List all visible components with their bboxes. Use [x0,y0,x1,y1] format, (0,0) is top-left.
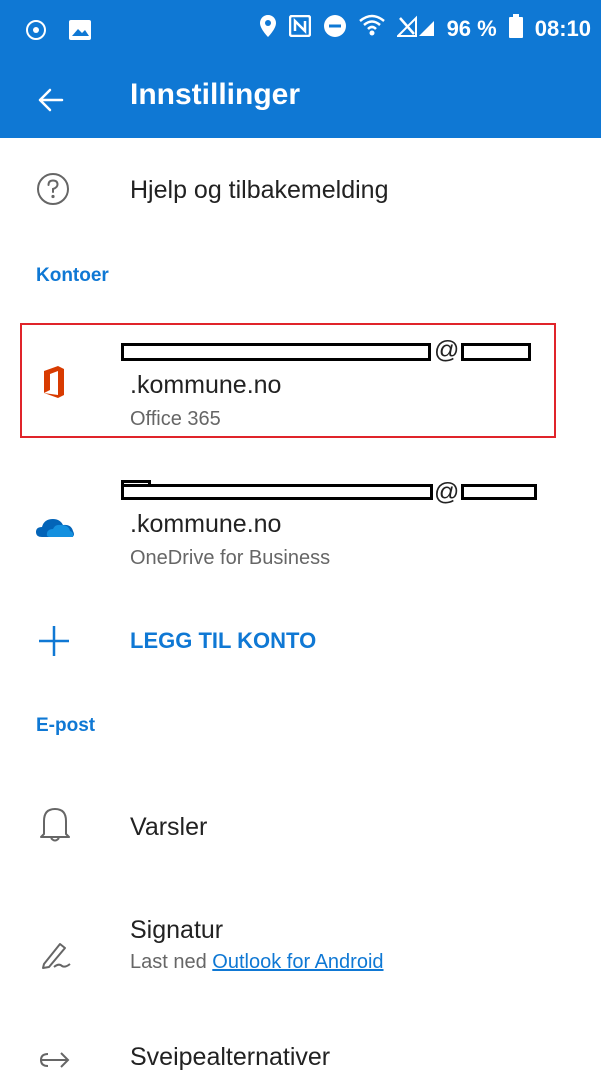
notifications-item[interactable]: Varsler [0,780,601,875]
signature-label: Signatur [130,916,224,944]
add-account-button[interactable]: LEGG TIL KONTO [0,605,601,675]
onedrive-icon [36,516,76,543]
battery-text: 96 % [446,16,497,41]
page-title: Innstillinger [130,78,301,111]
notifications-label: Varsler [130,813,208,841]
back-button[interactable] [30,78,74,122]
plus-icon [36,623,72,664]
account-domain: .kommune.no [130,510,282,538]
highlight-box [20,323,556,438]
signal-icon [395,15,435,43]
arrow-left-icon [30,88,74,126]
clock: 08:10 [534,16,591,41]
help-feedback-item[interactable]: Hjelp og tilbakemelding [0,148,601,238]
help-feedback-label: Hjelp og tilbakemelding [130,176,389,204]
dnd-icon [323,14,347,44]
signature-sub-prefix: Last ned [130,951,213,973]
accounts-section-header: Kontoer [36,265,109,286]
signature-icon [40,940,74,975]
battery-icon [508,14,523,44]
account-type: OneDrive for Business [130,547,331,569]
status-bar: 96 % 08:10 [0,0,601,60]
add-account-label: LEGG TIL KONTO [130,628,317,653]
swipe-options-item[interactable]: Sveipealternativer [0,1040,601,1080]
wifi-icon [358,14,385,44]
nfc-icon [288,14,311,43]
image-icon [68,19,92,46]
app-icon [24,18,48,47]
outlook-android-link[interactable]: Outlook for Android [212,951,383,973]
location-icon [259,14,277,44]
swipe-icon [38,1048,72,1077]
swipe-options-label: Sveipealternativer [130,1043,331,1071]
account-item-onedrive[interactable]: @ .kommune.no OneDrive for Business [0,470,601,585]
redacted-username [121,484,433,500]
account-at-sign: @ [434,478,460,506]
app-bar: Innstillinger [0,60,601,138]
signature-subtext: Last ned Outlook for Android [130,951,384,974]
email-section-header: E-post [36,715,96,736]
signature-item[interactable]: Signatur Last ned Outlook for Android [0,900,601,1000]
bell-icon [40,804,70,849]
help-circle-icon [36,172,70,211]
redacted-domain [461,484,537,500]
